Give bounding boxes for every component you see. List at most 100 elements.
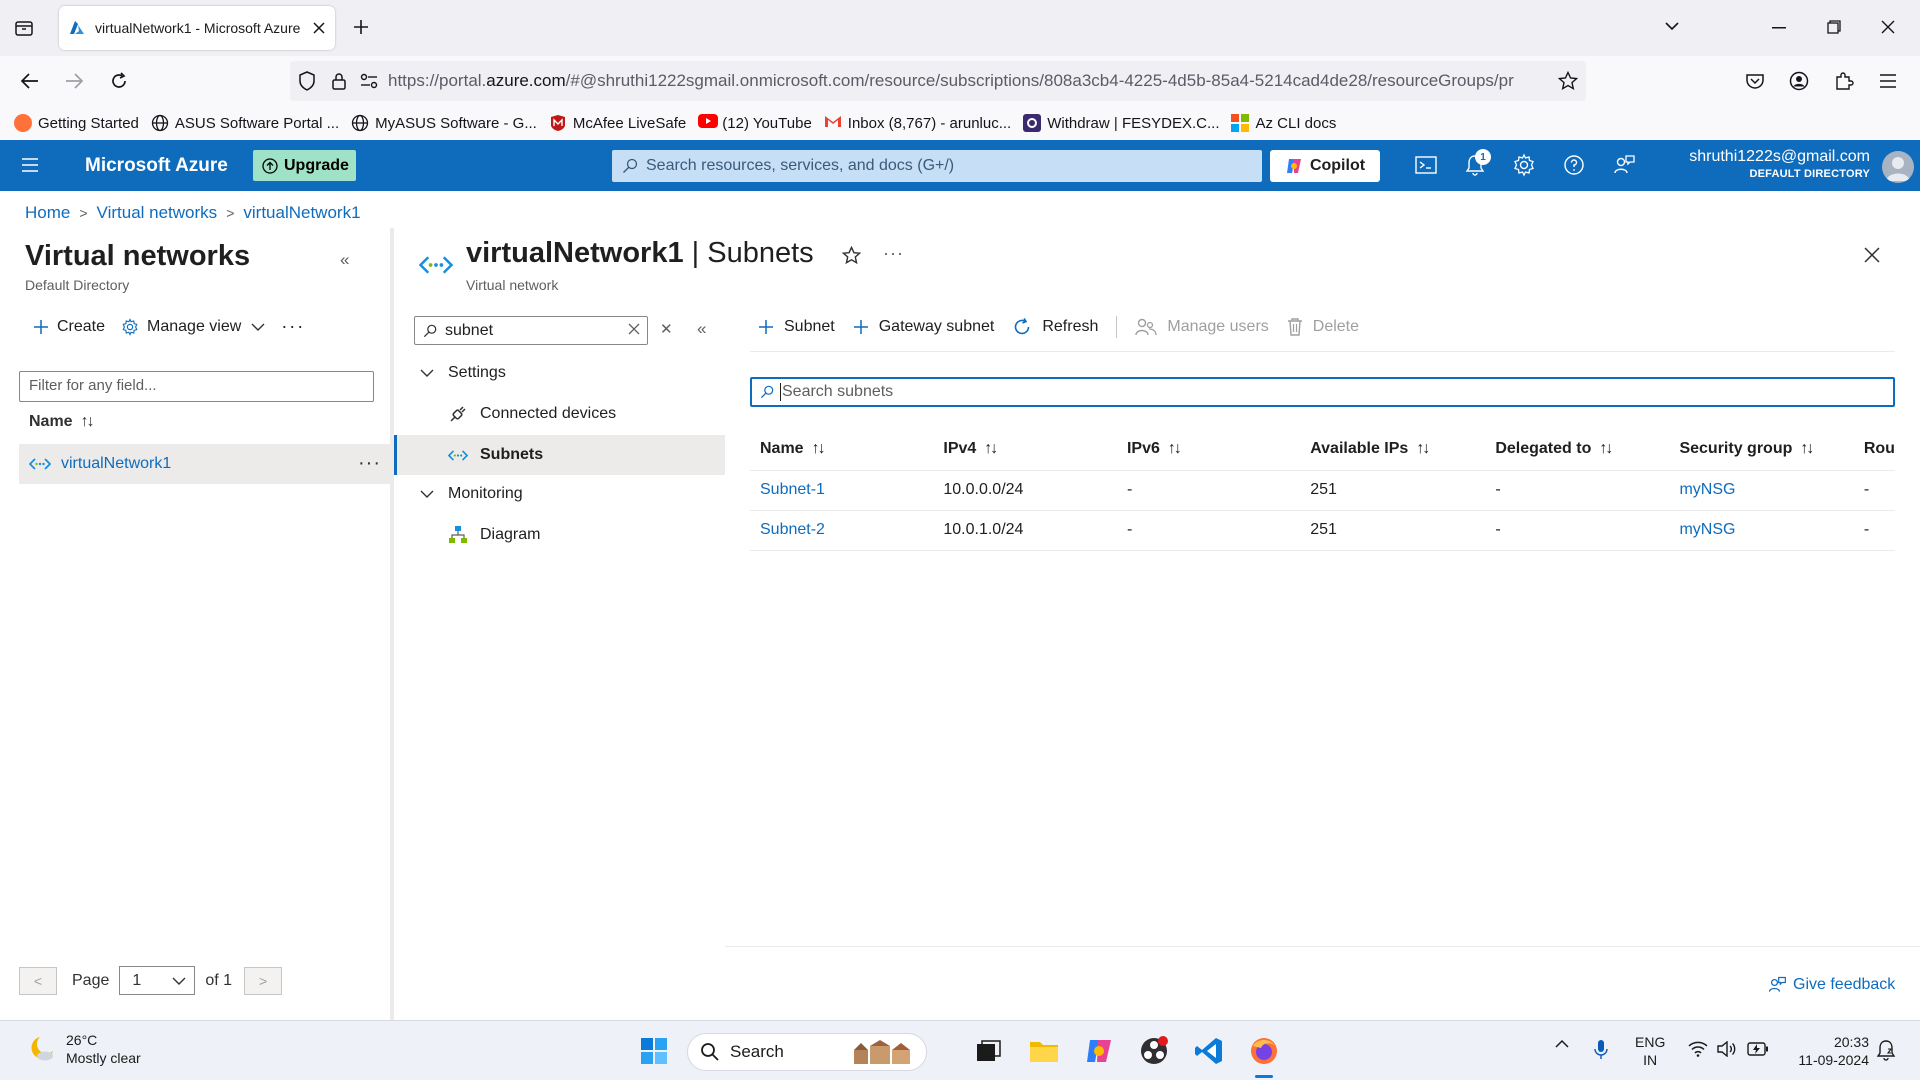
reload-icon[interactable] <box>109 71 129 91</box>
copilot-button[interactable]: Copilot <box>1270 150 1380 182</box>
favorite-star-icon[interactable] <box>842 246 861 265</box>
breadcrumb-home[interactable]: Home <box>25 203 70 223</box>
obs-studio-icon[interactable] <box>1136 1033 1172 1069</box>
bookmark-getting-started[interactable]: Getting Started <box>14 114 139 132</box>
menu-item-connected-devices[interactable]: Connected devices <box>448 404 616 424</box>
delete-button[interactable]: Delete <box>1287 317 1359 337</box>
breadcrumb-virtual-network1[interactable]: virtualNetwork1 <box>243 203 360 223</box>
bookmark-az-cli-docs[interactable]: Az CLI docs <box>1231 114 1336 132</box>
menu-item-diagram[interactable]: Diagram <box>448 525 540 545</box>
column-header-route-table[interactable]: Rou <box>1853 428 1895 471</box>
system-clock[interactable]: 20:33 11-09-2024 <box>1787 1033 1869 1069</box>
more-options-icon[interactable]: ··· <box>281 316 305 337</box>
browser-tab-active[interactable]: virtualNetwork1 - Microsoft Azure <box>59 6 335 50</box>
bookmark-asus-portal[interactable]: ASUS Software Portal ... <box>151 114 339 132</box>
nsg-link[interactable]: myNSG <box>1679 481 1735 498</box>
close-search-icon[interactable]: ✕ <box>660 320 673 338</box>
menu-search-input[interactable]: subnet <box>414 316 648 345</box>
column-header-ipv4[interactable]: IPv4 ↑↓ <box>933 428 1117 471</box>
battery-charging-icon[interactable] <box>1747 1042 1769 1056</box>
collapse-panel-icon[interactable]: « <box>340 250 349 270</box>
subnet-search-input[interactable]: Search subnets <box>750 377 1895 407</box>
wifi-icon[interactable] <box>1688 1041 1708 1057</box>
taskbar-search[interactable]: Search <box>687 1033 927 1071</box>
column-header-ipv6[interactable]: IPv6 ↑↓ <box>1116 428 1301 471</box>
portal-menu-icon[interactable] <box>21 157 39 173</box>
nsg-link[interactable]: myNSG <box>1679 521 1735 538</box>
microphone-icon[interactable] <box>1594 1039 1608 1061</box>
cloud-shell-icon[interactable] <box>1414 153 1440 179</box>
close-tab-icon[interactable] <box>313 22 325 34</box>
collapse-menu-icon[interactable]: « <box>697 319 706 339</box>
bookmark-myasus[interactable]: MyASUS Software - G... <box>351 114 537 132</box>
task-view-icon[interactable] <box>971 1033 1007 1069</box>
app-menu-icon[interactable] <box>1879 73 1897 89</box>
bookmark-fesydex[interactable]: Withdraw | FESYDEX.C... <box>1023 114 1219 132</box>
menu-item-subnets[interactable]: Subnets <box>394 435 725 475</box>
create-button[interactable]: Create <box>33 318 105 336</box>
windows-start-icon[interactable] <box>636 1033 672 1069</box>
show-hidden-icons-icon[interactable] <box>1554 1039 1570 1049</box>
pocket-icon[interactable] <box>1745 71 1765 91</box>
back-icon[interactable] <box>20 72 40 90</box>
add-gateway-subnet-button[interactable]: Gateway subnet <box>853 318 994 336</box>
global-search-input[interactable]: Search resources, services, and docs (G+… <box>612 150 1262 182</box>
restore-window-icon[interactable] <box>1827 20 1841 34</box>
firefox-taskbar-icon[interactable] <box>1246 1033 1282 1069</box>
settings-gear-icon[interactable] <box>1512 153 1538 179</box>
give-feedback-link[interactable]: Give feedback <box>1767 975 1895 995</box>
more-options-icon[interactable]: ··· <box>883 243 904 264</box>
new-tab-icon[interactable] <box>352 18 370 36</box>
account-info[interactable]: shruthi1222s@gmail.com DEFAULT DIRECTORY <box>1689 148 1870 180</box>
bookmark-gmail[interactable]: Inbox (8,767) - arunluc... <box>824 114 1011 132</box>
lock-icon[interactable] <box>332 72 346 90</box>
shield-icon[interactable] <box>298 71 316 91</box>
page-select[interactable]: 1 <box>119 966 196 995</box>
weather-widget[interactable]: 26°C Mostly clear <box>26 1031 141 1067</box>
table-row[interactable]: Subnet-1 10.0.0.0/24 - 251 - myNSG - <box>750 470 1895 511</box>
permissions-icon[interactable] <box>360 73 378 89</box>
table-row[interactable]: Subnet-2 10.0.1.0/24 - 251 - myNSG - <box>750 510 1895 551</box>
bookmark-mcafee[interactable]: McAfee LiveSafe <box>549 114 686 132</box>
extensions-icon[interactable] <box>1834 71 1854 91</box>
column-header-security-group[interactable]: Security group ↑↓ <box>1669 428 1854 471</box>
refresh-button[interactable]: Refresh <box>1012 317 1098 337</box>
next-page-button[interactable]: > <box>244 966 283 995</box>
notification-center-icon[interactable] <box>1876 1039 1896 1061</box>
manage-users-button[interactable]: Manage users <box>1135 317 1269 337</box>
breadcrumb-virtual-networks[interactable]: Virtual networks <box>97 203 218 223</box>
input-language[interactable]: ENG IN <box>1635 1033 1665 1069</box>
vscode-icon[interactable] <box>1191 1033 1227 1069</box>
column-header-name[interactable]: Name ↑↓ <box>750 428 934 471</box>
list-item[interactable]: virtualNetwork1 ··· <box>19 444 391 484</box>
manage-view-button[interactable]: Manage view <box>121 318 265 336</box>
resource-link[interactable]: virtualNetwork1 <box>61 455 171 473</box>
menu-group-monitoring[interactable]: Monitoring <box>420 485 523 503</box>
avatar[interactable] <box>1882 151 1914 183</box>
bookmark-star-icon[interactable] <box>1558 71 1578 91</box>
column-header-delegated-to[interactable]: Delegated to ↑↓ <box>1485 428 1670 471</box>
file-explorer-icon[interactable] <box>1026 1033 1062 1069</box>
column-header-available-ips[interactable]: Available IPs ↑↓ <box>1300 428 1486 471</box>
menu-group-settings[interactable]: Settings <box>420 364 506 382</box>
forward-icon[interactable] <box>64 72 84 90</box>
azure-brand[interactable]: Microsoft Azure <box>85 155 228 177</box>
close-blade-icon[interactable] <box>1864 247 1880 263</box>
tab-list-icon[interactable] <box>14 18 34 38</box>
add-subnet-button[interactable]: Subnet <box>758 318 835 336</box>
list-all-tabs-icon[interactable] <box>1664 20 1680 32</box>
upgrade-button[interactable]: Upgrade <box>253 150 356 181</box>
previous-page-button[interactable]: < <box>19 966 57 995</box>
copilot-app-icon[interactable] <box>1081 1033 1117 1069</box>
feedback-person-icon[interactable] <box>1612 153 1638 179</box>
minimize-window-icon[interactable] <box>1772 27 1786 29</box>
bookmark-youtube[interactable]: (12) YouTube <box>698 114 812 132</box>
help-icon[interactable] <box>1562 153 1588 179</box>
close-window-icon[interactable] <box>1881 20 1895 34</box>
row-more-options-icon[interactable]: ··· <box>358 452 381 475</box>
clear-search-icon[interactable] <box>627 322 641 336</box>
subnet-link[interactable]: Subnet-2 <box>760 521 825 538</box>
column-header-name[interactable]: Name ↑↓ <box>29 413 95 431</box>
subnet-link[interactable]: Subnet-1 <box>760 481 825 498</box>
account-icon[interactable] <box>1789 71 1809 91</box>
